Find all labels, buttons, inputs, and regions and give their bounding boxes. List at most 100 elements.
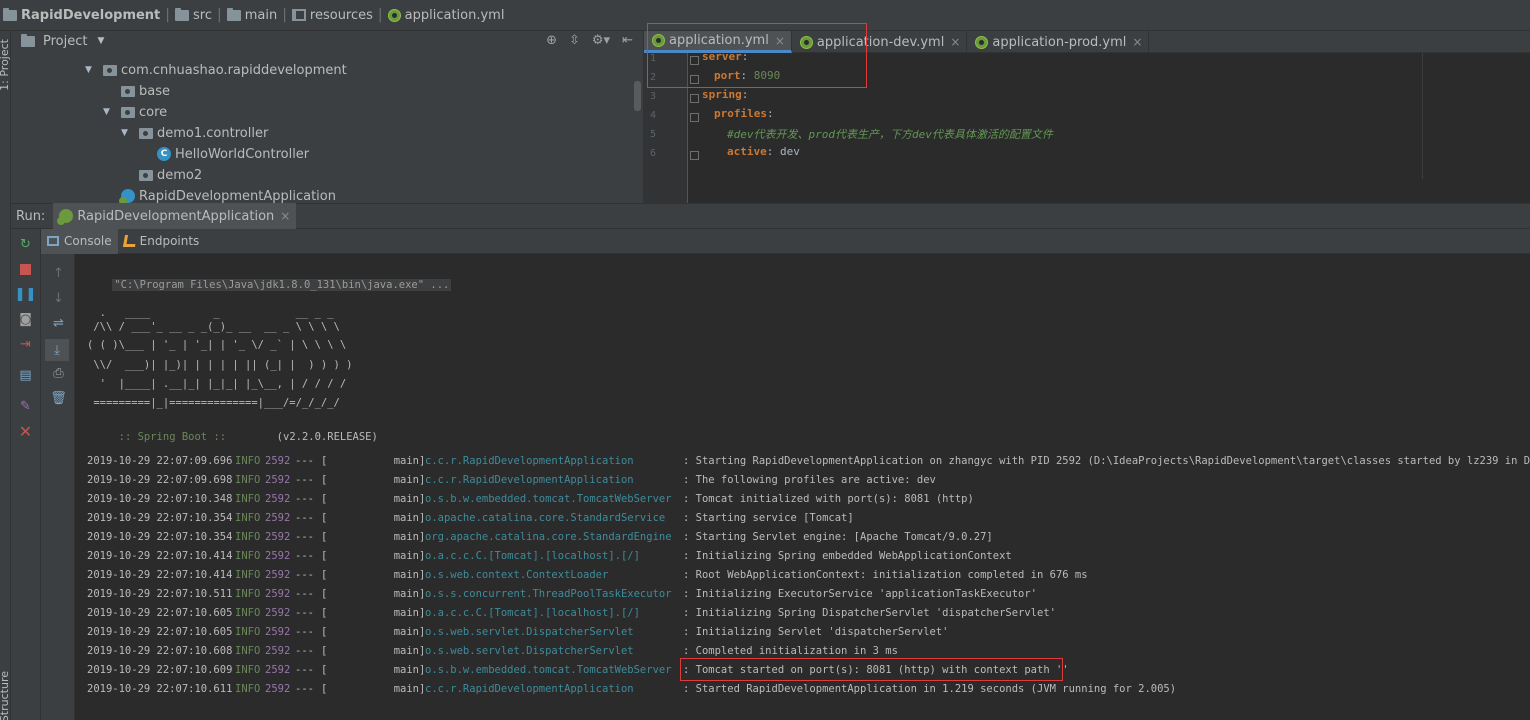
log-msg: : Root WebApplicationContext: initializa… [683, 569, 1088, 581]
pin-icon[interactable]: ✎ [18, 399, 33, 414]
scroll-to-end-icon[interactable]: ⤓ [45, 339, 69, 361]
expanded-arrow-icon[interactable]: ▼ [85, 65, 99, 75]
arrow-down-icon[interactable]: ↓ [51, 291, 66, 306]
soft-wrap-icon[interactable]: ⇌ [51, 316, 66, 331]
log-ts: 2019-10-29 22:07:10.605 [87, 626, 233, 638]
code-line-6[interactable]: active: dev [727, 145, 800, 158]
camera-icon[interactable]: ◙ [18, 312, 33, 327]
layout-icon[interactable]: ▤ [18, 368, 33, 383]
tree-item-package-root[interactable]: ▼ com.cnhuashao.rapiddevelopment [85, 60, 347, 80]
log-level: INFO [235, 645, 261, 657]
log-level: INFO [235, 493, 261, 505]
close-icon[interactable]: × [950, 35, 960, 49]
breadcrumb-resources[interactable]: | resources [277, 7, 373, 23]
tab-application-prod-yml[interactable]: application-prod.yml × [967, 31, 1150, 53]
tree-item-demo1-controller[interactable]: ▼ demo1.controller [121, 123, 268, 143]
console-output[interactable]: "C:\Program Files\Java\jdk1.8.0_131\bin\… [75, 254, 1530, 720]
log-msg: : Initializing Spring embedded WebApplic… [683, 550, 1012, 562]
log-pid: 2592 [265, 607, 291, 619]
log-sep: --- [295, 683, 314, 695]
log-level: INFO [235, 588, 261, 600]
log-sep: --- [295, 588, 314, 600]
code-line-5[interactable]: #dev代表开发、prod代表生产，下方dev代表具体激活的配置文件 [727, 126, 1053, 142]
spring-boot-version-line: :: Spring Boot :: (v2.2.0.RELEASE) [112, 431, 378, 443]
log-msg: : Starting Servlet engine: [Apache Tomca… [683, 531, 993, 543]
log-ts: 2019-10-29 22:07:10.511 [87, 588, 233, 600]
project-scrollbar[interactable] [634, 81, 641, 111]
pause-icon[interactable]: ❚❚ [15, 287, 37, 302]
banner-line: \\/ ___)| |_)| | | | | || (_| | ) ) ) ) [87, 359, 353, 371]
log-open: [ [321, 474, 328, 486]
expanded-arrow-icon[interactable]: ▼ [103, 107, 117, 117]
tree-item-demo2[interactable]: demo2 [139, 165, 202, 185]
tree-item-base[interactable]: base [121, 81, 170, 101]
endpoints-icon [122, 235, 137, 247]
log-line: 2019-10-29 22:07:10.605 INFO 2592 ---[main]… [87, 625, 949, 639]
breadcrumb-src[interactable]: | src [160, 7, 212, 23]
log-open: [ [321, 531, 328, 543]
log-pid: 2592 [265, 569, 291, 581]
package-icon [103, 64, 117, 76]
breadcrumb-file[interactable]: | application.yml [373, 7, 505, 23]
console-toolbar: ↑ ↓ ⇌ ⤓ ⎙ 🗑 [41, 254, 75, 720]
log-open: [ [321, 512, 328, 524]
log-line: 2019-10-29 22:07:10.354 INFO 2592 ---[main]… [87, 530, 993, 544]
log-msg: : Initializing Spring DispatcherServlet … [683, 607, 1056, 619]
structure-tool-window-button[interactable]: Structure [0, 671, 11, 720]
log-line: 2019-10-29 22:07:09.698 INFO 2592 ---[main]… [87, 473, 936, 487]
run-toolbar: ↻ ❚❚ ◙ ⇥ ▤ ✎ ✕ [11, 229, 41, 720]
trash-icon[interactable]: 🗑 [50, 391, 67, 406]
locate-icon[interactable]: ⊕ [546, 33, 557, 48]
line-number: 3 [650, 91, 657, 102]
expanded-arrow-icon[interactable]: ▼ [121, 128, 135, 138]
collapse-all-icon[interactable]: ⇳ [569, 33, 580, 48]
log-pid: 2592 [265, 588, 291, 600]
exit-icon[interactable]: ⇥ [18, 337, 33, 352]
class-icon: C [157, 147, 171, 161]
log-thread: main [393, 588, 419, 600]
rerun-icon[interactable]: ↻ [18, 237, 33, 252]
log-open: [ [321, 455, 328, 467]
log-open: [ [321, 493, 328, 505]
run-config-tab[interactable]: RapidDevelopmentApplication × [53, 203, 297, 229]
log-ts: 2019-10-29 22:07:10.348 [87, 493, 233, 505]
project-view-dropdown[interactable]: Project [43, 34, 87, 49]
log-thread: main [393, 474, 419, 486]
fold-marker-icon[interactable] [690, 151, 699, 160]
gear-icon[interactable]: ⚙▾ [592, 33, 610, 48]
breadcrumb-main[interactable]: | main [212, 7, 277, 23]
print-icon[interactable]: ⎙ [51, 366, 66, 381]
package-icon [139, 127, 153, 139]
arrow-up-icon[interactable]: ↑ [51, 266, 66, 281]
log-sep: --- [295, 550, 314, 562]
log-level: INFO [235, 455, 261, 467]
close-icon[interactable]: × [1132, 35, 1142, 49]
tree-item-core[interactable]: ▼ core [103, 102, 167, 122]
fold-marker-icon[interactable] [690, 113, 699, 122]
log-ts: 2019-10-29 22:07:10.611 [87, 683, 233, 695]
log-pid: 2592 [265, 550, 291, 562]
command-line: "C:\Program Files\Java\jdk1.8.0_131\bin\… [112, 279, 452, 291]
log-level: INFO [235, 531, 261, 543]
run-label: Run: [16, 208, 46, 224]
tree-item-helloworldcontroller[interactable]: C HelloWorldController [157, 144, 309, 164]
hide-panel-icon[interactable]: ⇤ [622, 33, 633, 48]
tab-console[interactable]: Console [41, 228, 118, 254]
project-tool-window-button[interactable]: 1: Project [0, 39, 11, 91]
code-line-4[interactable]: profiles: [714, 107, 774, 120]
log-thread: main [393, 683, 419, 695]
log-sep: --- [295, 455, 314, 467]
log-sep: --- [295, 474, 314, 486]
log-logger: o.a.c.c.C.[Tomcat].[localhost].[/] [425, 550, 640, 562]
fold-marker-icon[interactable] [690, 94, 699, 103]
chevron-down-icon[interactable]: ▼ [97, 36, 104, 46]
close-icon[interactable]: ✕ [18, 422, 33, 441]
close-icon[interactable]: × [280, 209, 290, 223]
tab-endpoints[interactable]: Endpoints [118, 229, 206, 254]
log-line: 2019-10-29 22:07:10.605 INFO 2592 ---[main]… [87, 606, 1056, 620]
log-logger: o.s.web.servlet.DispatcherServlet [425, 645, 634, 657]
breadcrumb-project[interactable]: RapidDevelopment [3, 7, 160, 23]
code-line-3[interactable]: spring: [702, 88, 748, 101]
log-sep: --- [295, 493, 314, 505]
stop-icon[interactable] [18, 262, 33, 277]
